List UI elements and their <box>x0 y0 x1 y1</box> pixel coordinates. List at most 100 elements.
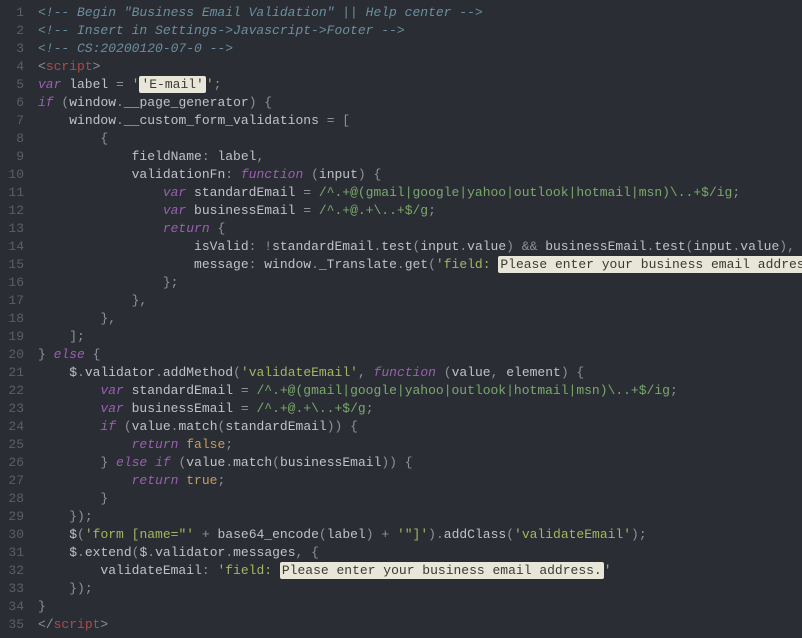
token: label <box>61 77 116 92</box>
code-line: }); <box>38 508 802 526</box>
line-number: 12 <box>4 202 24 220</box>
token-punct: ( <box>319 527 327 542</box>
code-line: var label = ''E-mail''; <box>38 76 802 94</box>
code-line: }; <box>38 274 802 292</box>
token-punct: : <box>225 167 241 182</box>
token-punct: )) { <box>381 455 412 470</box>
token <box>194 527 202 542</box>
token-punct: ; <box>214 77 222 92</box>
token-punct: ; <box>732 185 740 200</box>
token-ident: __custom_form_validations <box>124 113 327 128</box>
token-punct: ). <box>428 527 444 542</box>
token-num: false <box>186 437 225 452</box>
token-kw: return <box>132 437 179 452</box>
line-number: 8 <box>4 130 24 148</box>
token-punct: ; <box>217 473 225 488</box>
token-punct: . <box>311 257 319 272</box>
line-number: 27 <box>4 472 24 490</box>
token-ident: input <box>420 239 459 254</box>
code-line: return false; <box>38 436 802 454</box>
token-punct: )) { <box>327 419 358 434</box>
token-punct: , <box>256 149 264 164</box>
line-number: 30 <box>4 526 24 544</box>
line-number: 18 <box>4 310 24 328</box>
token-str: ' <box>206 77 214 92</box>
code-line: return true; <box>38 472 802 490</box>
token-punct: ( <box>233 365 241 380</box>
token-ident: message <box>194 257 249 272</box>
code-line: var businessEmail = /^.+@.+\..+$/g; <box>38 400 802 418</box>
code-line: message: window._Translate.get('field: P… <box>38 256 802 274</box>
token-ident: validator <box>85 365 155 380</box>
token-punct: . <box>397 257 405 272</box>
token-ident: addClass <box>444 527 506 542</box>
token-punct: { <box>100 131 108 146</box>
token-decl: var <box>163 185 186 200</box>
token-kw: function <box>374 365 436 380</box>
line-number: 16 <box>4 274 24 292</box>
code-line: if (window.__page_generator) { <box>38 94 802 112</box>
token-ident: standardEmail <box>225 419 326 434</box>
token-ident: label <box>217 149 256 164</box>
token-obj: window <box>69 95 116 110</box>
token-punct: ( <box>124 419 132 434</box>
token-ident: standardEmail <box>272 239 373 254</box>
token-punct: ), <box>779 239 795 254</box>
token-punct: < <box>38 59 46 74</box>
token-punct: { <box>93 347 101 362</box>
token-ident: validateEmail <box>100 563 201 578</box>
token-ident: businessEmail <box>545 239 646 254</box>
line-number-gutter: 1234567891011121314151617181920212223242… <box>0 0 32 638</box>
token-punct: = [ <box>327 113 350 128</box>
line-number: 33 <box>4 580 24 598</box>
code-line: $('form [name="' + base64_encode(label) … <box>38 526 802 544</box>
token-ident: businessEmail <box>280 455 381 470</box>
token-str: 'field: <box>436 257 498 272</box>
token-ident: input <box>693 239 732 254</box>
token-ident: value <box>740 239 779 254</box>
token-kw: return <box>163 221 210 236</box>
token-punct: ) { <box>561 365 584 380</box>
token-punct: = <box>303 185 319 200</box>
line-number: 3 <box>4 40 24 58</box>
code-line: </script> <box>38 616 802 634</box>
line-number: 14 <box>4 238 24 256</box>
token-punct: ]; <box>69 329 85 344</box>
token-comment: <!-- Begin "Business Email Validation" |… <box>38 5 483 20</box>
token-punct: = <box>241 383 257 398</box>
token-punct: }; <box>163 275 179 290</box>
token-punct: = <box>241 401 257 416</box>
token-punct: . <box>225 455 233 470</box>
token-tag: script <box>46 59 93 74</box>
token-num: true <box>186 473 217 488</box>
token-punct: . <box>77 365 85 380</box>
token-ident: fieldName <box>132 149 202 164</box>
token <box>147 455 155 470</box>
token-punct: . <box>155 365 163 380</box>
code-line: if (value.match(standardEmail)) { <box>38 418 802 436</box>
line-number: 20 <box>4 346 24 364</box>
token-ident: $ <box>69 545 77 560</box>
token-kw: else <box>116 455 147 470</box>
token-punct: , <box>358 365 374 380</box>
code-line: <!-- Begin "Business Email Validation" |… <box>38 4 802 22</box>
token-punct: ( <box>428 257 436 272</box>
token-punct: ( <box>444 365 452 380</box>
line-number: 29 <box>4 508 24 526</box>
token-punct: { <box>217 221 225 236</box>
token-punct: > <box>100 617 108 632</box>
token-ident: validationFn <box>132 167 226 182</box>
line-number: 35 <box>4 616 24 634</box>
token-decl: var <box>163 203 186 218</box>
code-line: validateEmail: 'field: Please enter your… <box>38 562 802 580</box>
code-line: } <box>38 490 802 508</box>
token-punct: ) { <box>249 95 272 110</box>
token <box>116 419 124 434</box>
token-ident: addMethod <box>163 365 233 380</box>
token: standardEmail <box>124 383 241 398</box>
token-obj: window <box>264 257 311 272</box>
token-ident: input <box>319 167 358 182</box>
token-punct: . <box>77 545 85 560</box>
token-punct: ( <box>311 167 319 182</box>
token-punct: . <box>459 239 467 254</box>
